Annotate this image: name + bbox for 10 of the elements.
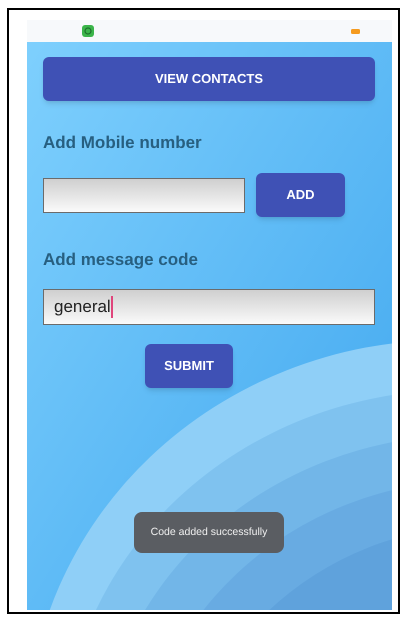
add-button[interactable]: ADD [256,173,345,217]
app-icon [82,25,94,37]
submit-button[interactable]: SUBMIT [145,344,233,388]
toast-message: Code added successfully [134,512,284,553]
message-code-field[interactable]: general [43,289,375,325]
mobile-number-field[interactable] [43,178,245,212]
view-contacts-button[interactable]: VIEW CONTACTS [43,57,375,101]
battery-icon [351,29,360,34]
section-heading: Add Mobile number [43,132,203,154]
section-heading: Add message code [43,249,199,271]
